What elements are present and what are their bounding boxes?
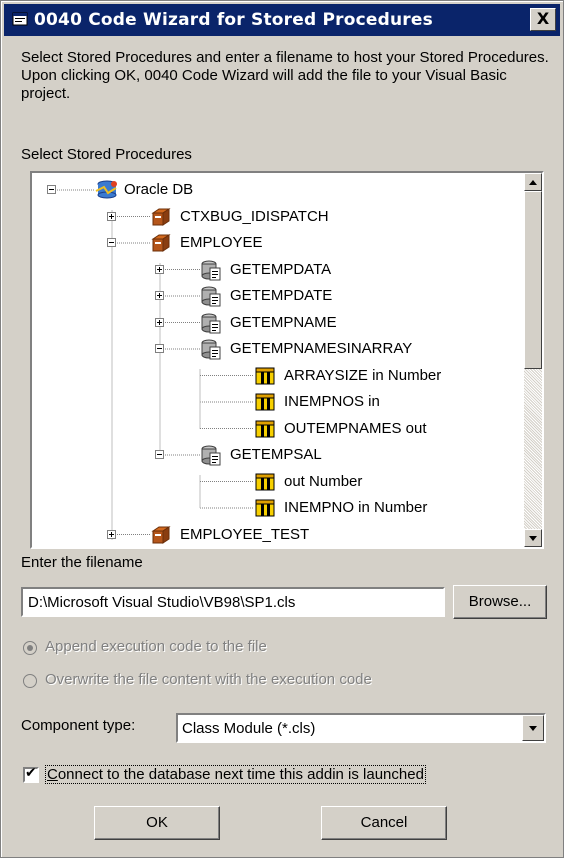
connect-checkbox[interactable]: ✔ — [23, 765, 39, 783]
collapse-icon[interactable] — [107, 238, 116, 247]
parameter-icon — [254, 471, 278, 493]
arrow-up-icon — [529, 180, 537, 185]
append-label: Append execution code to the file — [45, 638, 267, 655]
component-type-select[interactable]: Class Module (*.cls) — [176, 713, 546, 743]
tree-content: Oracle DB CTXBUG_IDISPATCH EMPLOYEE GETEMPD… — [32, 173, 524, 547]
parameter-icon — [254, 391, 278, 413]
tree-node[interactable]: INEMPNO in Number — [32, 497, 522, 519]
arrow-down-icon — [529, 536, 537, 541]
filename-label: Enter the filename — [21, 554, 143, 571]
radio-dot — [27, 645, 33, 651]
tree-node-label: CTXBUG_IDISPATCH — [180, 207, 329, 225]
description-text: Select Stored Procedures and enter a fil… — [21, 49, 549, 102]
ok-button[interactable]: OK — [94, 806, 220, 840]
database-icon — [94, 179, 118, 201]
tree-node-label: INEMPNO in Number — [284, 499, 428, 516]
tree-node[interactable]: GETEMPSAL — [32, 444, 522, 466]
tree-node[interactable]: OUTEMPNAMES out — [32, 418, 522, 440]
connect-label[interactable]: Connect to the database next time this a… — [45, 765, 426, 784]
procedure-icon — [200, 259, 224, 281]
procedure-icon — [200, 338, 224, 360]
tree-node[interactable]: GETEMPNAME — [32, 312, 522, 334]
package-icon — [150, 232, 174, 254]
scroll-down-button[interactable] — [524, 529, 542, 547]
tree-node-label: GETEMPNAME — [230, 313, 337, 331]
parameter-icon — [254, 497, 278, 519]
dropdown-button[interactable] — [522, 715, 544, 741]
component-type-value: Class Module (*.cls) — [182, 720, 316, 737]
collapse-icon[interactable] — [155, 344, 164, 353]
tree-node[interactable]: ARRAYSIZE in Number — [32, 365, 522, 387]
browse-button[interactable]: Browse... — [453, 585, 547, 619]
expand-icon[interactable] — [107, 211, 116, 221]
tree-label: Select Stored Procedures — [21, 146, 192, 163]
tree-node-label: GETEMPDATA — [230, 260, 332, 278]
scroll-thumb[interactable] — [524, 191, 542, 369]
tree-node[interactable]: GETEMPNAMESINARRAY — [32, 338, 522, 360]
tree-node-label: INEMPNOS in — [284, 393, 380, 410]
app-icon — [12, 12, 28, 26]
tree-node[interactable]: EMPLOYEE — [32, 232, 522, 254]
package-icon — [150, 524, 174, 546]
collapse-icon[interactable] — [47, 185, 56, 194]
parameter-icon — [254, 418, 278, 440]
tree-node-label: GETEMPDATE — [230, 287, 333, 304]
tree-node[interactable]: EMPLOYEE_TEST — [32, 524, 522, 546]
package-icon — [150, 206, 174, 228]
expand-icon[interactable] — [107, 529, 116, 539]
procedure-icon — [200, 444, 224, 466]
checkmark-icon: ✔ — [25, 765, 37, 781]
procedure-icon — [200, 312, 224, 334]
overwrite-radio[interactable] — [23, 674, 37, 688]
tree-node[interactable]: INEMPNOS in — [32, 391, 522, 413]
chevron-down-icon — [529, 726, 537, 731]
tree-node-label: OUTEMPNAMES out — [284, 419, 427, 437]
tree-node-label: EMPLOYEE — [180, 234, 263, 251]
tree-node[interactable]: GETEMPDATA — [32, 259, 522, 281]
cancel-button[interactable]: Cancel — [321, 806, 447, 840]
tree-node[interactable]: Oracle DB — [32, 179, 522, 201]
close-button[interactable]: X — [530, 8, 556, 31]
title-bar[interactable]: 0040 Code Wizard for Stored Procedures X — [4, 4, 560, 36]
tree-node[interactable]: GETEMPDATE — [32, 285, 522, 307]
expand-icon[interactable] — [155, 291, 164, 300]
filename-input[interactable]: D:\Microsoft Visual Studio\VB98\SP1.cls — [21, 587, 445, 617]
stored-procedure-tree[interactable]: Oracle DB CTXBUG_IDISPATCH EMPLOYEE GETEMPD… — [30, 171, 544, 549]
scroll-up-button[interactable] — [524, 173, 542, 191]
overwrite-label: Overwrite the file content with the exec… — [45, 671, 372, 688]
tree-node-label: ARRAYSIZE in Number — [284, 366, 442, 384]
expand-icon[interactable] — [155, 317, 164, 327]
tree-node[interactable]: out Number — [32, 471, 522, 493]
tree-node-label: EMPLOYEE_TEST — [180, 525, 310, 543]
close-icon: X — [536, 9, 550, 28]
procedure-icon — [200, 285, 224, 307]
tree-vertical-scrollbar[interactable] — [524, 173, 542, 547]
tree-node-label: Oracle DB — [124, 181, 194, 198]
window-title: 0040 Code Wizard for Stored Procedures — [34, 10, 433, 30]
component-type-label: Component type: — [21, 717, 136, 734]
collapse-icon[interactable] — [155, 450, 164, 459]
expand-icon[interactable] — [155, 264, 164, 274]
tree-node[interactable]: CTXBUG_IDISPATCH — [32, 206, 522, 228]
parameter-icon — [254, 365, 278, 387]
append-radio[interactable] — [23, 641, 37, 655]
tree-node-label: out Number — [284, 472, 363, 490]
tree-node-label: GETEMPSAL — [230, 446, 322, 463]
tree-node-label: GETEMPNAMESINARRAY — [230, 340, 413, 357]
dialog-window: 0040 Code Wizard for Stored Procedures X… — [0, 0, 564, 858]
